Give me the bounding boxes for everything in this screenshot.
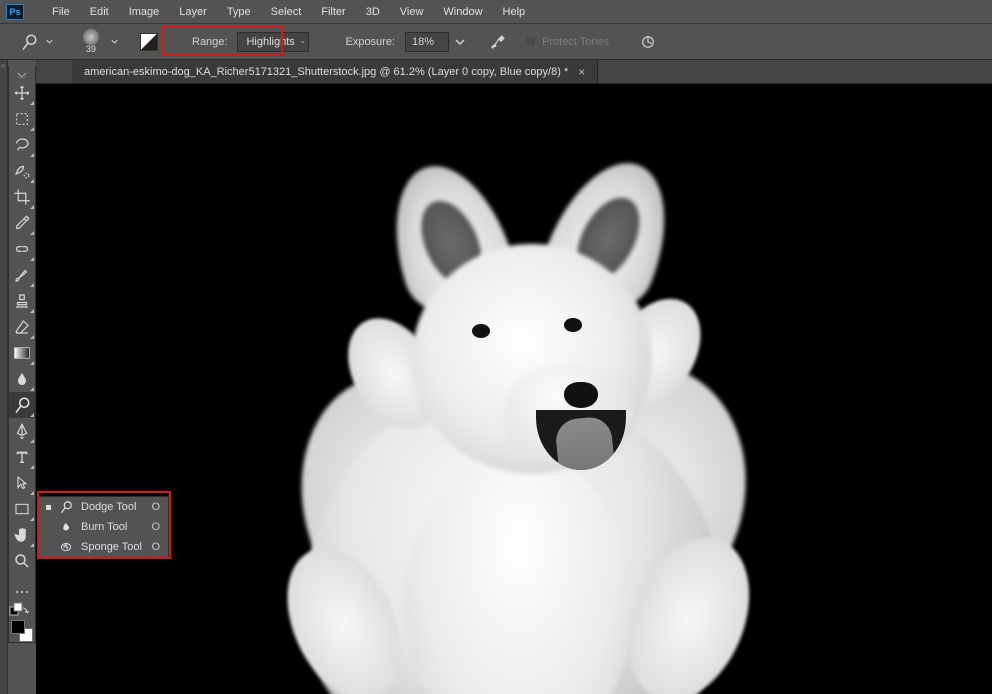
crop-tool[interactable] bbox=[9, 184, 35, 210]
document-tab-bar: american-eskimo-dog_KA_Richer5171321_Shu… bbox=[36, 60, 992, 84]
flyout-shortcut: O bbox=[151, 521, 160, 533]
flyout-label: Dodge Tool bbox=[81, 501, 143, 513]
dodge-icon bbox=[59, 500, 73, 514]
flyout-item-sponge[interactable]: Sponge Tool O bbox=[38, 537, 168, 557]
app-logo: Ps bbox=[6, 4, 24, 20]
range-dropdown[interactable]: Highlights bbox=[237, 32, 309, 52]
hand-tool[interactable] bbox=[9, 522, 35, 548]
chevron-down-icon[interactable] bbox=[46, 38, 53, 45]
zoom-tool[interactable] bbox=[9, 548, 35, 574]
menu-image[interactable]: Image bbox=[119, 2, 170, 22]
tool-flyout: Dodge Tool O Burn Tool O Sponge Tool O bbox=[37, 496, 169, 558]
gradient-tool[interactable] bbox=[9, 340, 35, 366]
exposure-value: 18% bbox=[412, 36, 434, 48]
canvas[interactable] bbox=[36, 84, 992, 694]
selected-dot-icon bbox=[46, 505, 51, 510]
brush-tool[interactable] bbox=[9, 262, 35, 288]
lasso-tool[interactable] bbox=[9, 132, 35, 158]
path-select-tool[interactable] bbox=[9, 470, 35, 496]
selected-dot-icon bbox=[46, 545, 51, 550]
eraser-tool[interactable] bbox=[9, 314, 35, 340]
menu-layer[interactable]: Layer bbox=[169, 2, 217, 22]
edit-toolbar[interactable] bbox=[9, 584, 35, 600]
blur-tool[interactable] bbox=[9, 366, 35, 392]
panel-expand-handle[interactable] bbox=[0, 60, 8, 694]
brush-preview[interactable]: 39 bbox=[77, 28, 105, 56]
move-tool[interactable] bbox=[9, 80, 35, 106]
default-fg-bg[interactable] bbox=[9, 602, 35, 622]
range-label: Range: bbox=[192, 36, 227, 48]
menu-3d[interactable]: 3D bbox=[356, 2, 390, 22]
selected-dot-icon bbox=[46, 525, 51, 530]
close-icon[interactable]: × bbox=[578, 65, 585, 79]
options-bar: 39 Range: Highlights Exposure: 18% Prote… bbox=[0, 24, 992, 60]
flyout-shortcut: O bbox=[151, 541, 160, 553]
shape-tool[interactable] bbox=[9, 496, 35, 522]
chevron-down-icon[interactable] bbox=[455, 37, 465, 47]
tools-panel bbox=[8, 66, 36, 643]
pen-tool[interactable] bbox=[9, 418, 35, 444]
exposure-input[interactable]: 18% bbox=[405, 32, 449, 52]
flyout-shortcut: O bbox=[151, 501, 160, 513]
dodge-tool[interactable] bbox=[9, 392, 35, 418]
canvas-image bbox=[234, 124, 794, 694]
tab-strip-handle[interactable] bbox=[36, 60, 72, 83]
exposure-label: Exposure: bbox=[345, 36, 395, 48]
protect-tones-label: Protect Tones bbox=[542, 36, 609, 48]
marquee-tool[interactable] bbox=[9, 106, 35, 132]
document-tab[interactable]: american-eskimo-dog_KA_Richer5171321_Shu… bbox=[72, 60, 598, 83]
healing-brush-tool[interactable] bbox=[9, 236, 35, 262]
flyout-label: Sponge Tool bbox=[81, 541, 143, 553]
checkbox-icon bbox=[525, 36, 536, 47]
burn-icon bbox=[59, 520, 73, 534]
flyout-item-dodge[interactable]: Dodge Tool O bbox=[38, 497, 168, 517]
menu-view[interactable]: View bbox=[390, 2, 434, 22]
menu-bar: Ps File Edit Image Layer Type Select Fil… bbox=[0, 0, 992, 24]
protect-tones-checkbox[interactable]: Protect Tones bbox=[525, 36, 609, 48]
menu-window[interactable]: Window bbox=[433, 2, 492, 22]
menu-select[interactable]: Select bbox=[261, 2, 312, 22]
chevron-down-icon[interactable] bbox=[111, 38, 118, 45]
pressure-size-toggle[interactable] bbox=[637, 31, 659, 53]
brush-size-value: 39 bbox=[86, 44, 96, 54]
brush-panel-toggle[interactable] bbox=[138, 31, 160, 53]
tool-preset-picker[interactable] bbox=[18, 31, 40, 53]
menu-type[interactable]: Type bbox=[217, 2, 261, 22]
type-tool[interactable] bbox=[9, 444, 35, 470]
document-tab-title: american-eskimo-dog_KA_Richer5171321_Shu… bbox=[84, 66, 568, 78]
menu-file[interactable]: File bbox=[42, 2, 80, 22]
menu-help[interactable]: Help bbox=[493, 2, 536, 22]
quick-select-tool[interactable] bbox=[9, 158, 35, 184]
menu-edit[interactable]: Edit bbox=[80, 2, 119, 22]
sponge-icon bbox=[59, 540, 73, 554]
range-value: Highlights bbox=[246, 36, 294, 48]
fg-bg-swatch[interactable] bbox=[11, 620, 33, 642]
flyout-label: Burn Tool bbox=[81, 521, 143, 533]
menu-filter[interactable]: Filter bbox=[311, 2, 355, 22]
stamp-tool[interactable] bbox=[9, 288, 35, 314]
eyedropper-tool[interactable] bbox=[9, 210, 35, 236]
panel-drag-handle[interactable] bbox=[9, 70, 35, 80]
flyout-item-burn[interactable]: Burn Tool O bbox=[38, 517, 168, 537]
airbrush-toggle[interactable] bbox=[487, 31, 509, 53]
